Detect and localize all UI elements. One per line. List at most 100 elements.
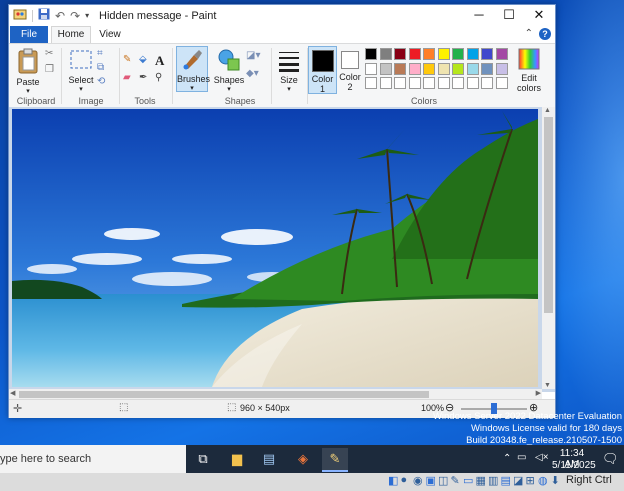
paste-button[interactable]: Paste ▾ [14, 48, 42, 95]
show-hidden-icons-chevron-icon[interactable]: ⌃ [503, 453, 511, 464]
palette-swatch[interactable] [481, 48, 493, 60]
palette-swatch[interactable] [365, 77, 377, 89]
palette-swatch[interactable] [379, 62, 392, 75]
network-adapter-icon[interactable]: ▣ [426, 474, 436, 487]
redo-icon[interactable]: ↷ [70, 9, 80, 23]
usb-icon[interactable]: ◫ [438, 474, 448, 487]
palette-swatch[interactable] [394, 48, 406, 60]
select-button[interactable]: Select ▾ [66, 48, 96, 93]
tab-file[interactable]: File [10, 26, 48, 43]
vm-status-icon[interactable]: ◍ [538, 474, 548, 487]
copy-icon[interactable]: ❐ [45, 64, 54, 75]
size-button[interactable]: Size ▾ [275, 48, 303, 93]
palette-swatch[interactable] [495, 48, 508, 60]
shape-fill-icon[interactable]: ◆▾ [246, 68, 259, 79]
tab-home[interactable]: Home [51, 26, 91, 44]
paint-app-icon[interactable] [13, 8, 27, 24]
window-title: Hidden message - Paint [99, 10, 217, 22]
rotate-icon[interactable]: ⟲ [97, 76, 105, 87]
display-icon[interactable]: ▭ [463, 474, 473, 487]
palette-swatch[interactable] [452, 77, 464, 89]
app-icon[interactable]: ◈ [290, 448, 316, 470]
crop-icon[interactable]: ⌗ [97, 48, 103, 59]
palette-swatch[interactable] [394, 77, 406, 89]
palette-swatch[interactable] [408, 77, 421, 89]
close-button[interactable]: ✕ [524, 5, 554, 26]
palette-swatch[interactable] [365, 62, 377, 75]
brushes-button[interactable]: Brushes ▾ [176, 46, 210, 92]
palette-swatch[interactable] [379, 48, 392, 60]
fill-icon[interactable]: ⬙ [139, 54, 147, 65]
palette-swatch[interactable] [437, 77, 450, 89]
optical-drive-icon[interactable]: ● [401, 474, 408, 486]
palette-swatch[interactable] [379, 77, 392, 89]
pencil-icon[interactable]: ✎ [123, 54, 131, 65]
hard-disk-icon[interactable]: ◧ [388, 474, 398, 487]
maximize-button[interactable]: ☐ [494, 5, 524, 26]
palette-swatch[interactable] [466, 77, 479, 89]
palette-swatch[interactable] [481, 77, 493, 89]
outline-icon[interactable]: ◪▾ [246, 50, 260, 61]
guest-additions-icon[interactable]: ⊞ [526, 474, 535, 487]
cut-icon[interactable]: ✂ [45, 48, 53, 59]
color-picker-icon[interactable]: ✒ [139, 72, 147, 83]
audio-icon[interactable]: ◉ [413, 474, 423, 487]
download-icon[interactable]: ⬇ [551, 474, 560, 487]
volume-icon[interactable]: ◁× [535, 452, 549, 463]
shapes-button[interactable]: Shapes ▾ [213, 48, 245, 93]
clipboard-icon[interactable]: ▤ [501, 474, 511, 487]
eraser-icon[interactable]: ▰ [123, 72, 131, 83]
notifications-icon[interactable]: 🗨 [602, 451, 619, 467]
search-box[interactable]: ype here to search [0, 445, 186, 473]
palette-swatch[interactable] [408, 48, 421, 60]
text-icon[interactable]: A [155, 53, 164, 69]
palette-swatch[interactable] [437, 48, 450, 60]
shared-folder-icon[interactable]: ✎ [451, 474, 460, 487]
undo-icon[interactable]: ↶ [55, 9, 65, 23]
color2-button[interactable]: Color 2 [337, 47, 363, 92]
palette-swatch[interactable] [423, 77, 435, 89]
palette-swatch[interactable] [394, 62, 406, 75]
scroll-down-icon[interactable]: ▼ [544, 382, 551, 389]
palette-swatch[interactable] [466, 62, 479, 75]
help-icon[interactable]: ? [539, 28, 551, 40]
recording-icon[interactable]: ▦ [476, 474, 486, 487]
zoom-slider[interactable] [461, 403, 527, 414]
color1-button[interactable]: Color 1 [308, 46, 337, 94]
palette-swatch[interactable] [423, 48, 435, 60]
resize-icon[interactable]: ⧉ [97, 62, 104, 73]
vertical-scrollbar[interactable]: ▲ ▼ [542, 107, 555, 389]
mouse-integration-icon[interactable]: ▥ [488, 474, 498, 487]
collapse-ribbon-chevron-icon[interactable]: ⌃ [525, 28, 533, 39]
palette-swatch[interactable] [437, 62, 450, 75]
file-explorer-icon[interactable]: ▆ [224, 448, 250, 470]
palette-swatch[interactable] [452, 48, 464, 60]
scroll-up-icon[interactable]: ▲ [544, 107, 551, 114]
palette-swatch[interactable] [452, 62, 464, 75]
palette-swatch[interactable] [481, 62, 493, 75]
magnifier-icon[interactable]: ⚲ [155, 72, 162, 83]
minimize-button[interactable]: ─ [464, 5, 494, 26]
clock-date[interactable]: 5/11/2025 [552, 460, 596, 471]
palette-swatch[interactable] [423, 62, 435, 75]
server-manager-icon[interactable]: ▤ [256, 448, 282, 470]
network-icon[interactable]: ▭ [517, 452, 526, 463]
palette-swatch[interactable] [495, 62, 508, 75]
scroll-right-icon[interactable]: ▶ [536, 389, 541, 397]
edit-colors-button[interactable]: Edit colors [513, 48, 545, 93]
palette-swatch[interactable] [408, 62, 421, 75]
task-view-icon[interactable]: ⧉ [190, 448, 216, 470]
canvas-area[interactable] [9, 107, 555, 392]
canvas-image[interactable] [12, 109, 538, 387]
palette-swatch[interactable] [495, 77, 508, 89]
horizontal-scroll-thumb[interactable] [19, 391, 429, 398]
vertical-scroll-thumb[interactable] [544, 117, 553, 313]
tab-view[interactable]: View [95, 26, 125, 43]
scroll-left-icon[interactable]: ◀ [10, 389, 15, 397]
save-icon[interactable] [38, 8, 50, 23]
palette-swatch[interactable] [365, 48, 377, 60]
paint-taskbar-icon[interactable]: ✎ [322, 448, 348, 472]
customize-qat-chevron-icon[interactable]: ▾ [85, 11, 89, 20]
drag-drop-icon[interactable]: ◪ [513, 474, 523, 487]
palette-swatch[interactable] [466, 48, 479, 60]
